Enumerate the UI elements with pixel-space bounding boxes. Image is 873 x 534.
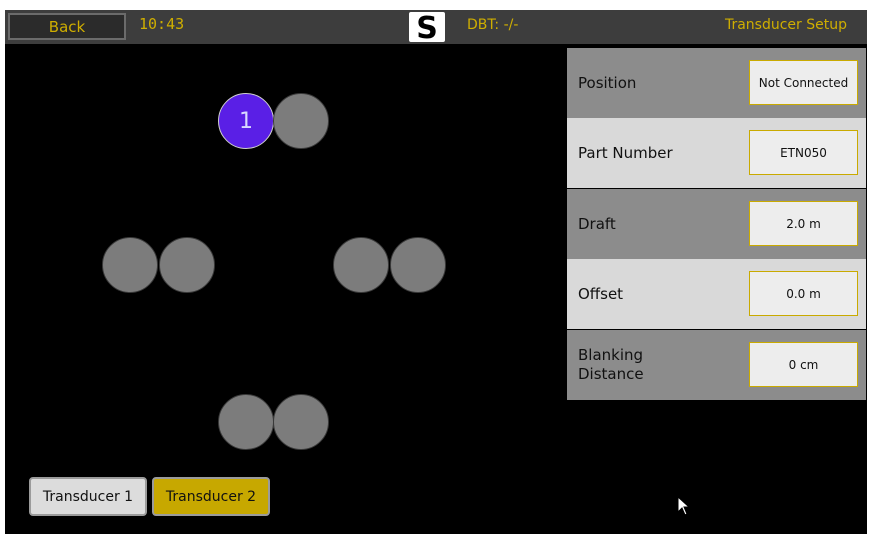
blanking-distance-value[interactable]: 0 cm: [749, 342, 858, 387]
settings-row-offset: Offset 0.0 m: [567, 259, 866, 329]
position-port-outer[interactable]: [102, 237, 158, 293]
position-port-inner[interactable]: [159, 237, 215, 293]
settings-row-draft: Draft 2.0 m: [567, 189, 866, 259]
depth-readout: DBT: -/-: [467, 17, 519, 33]
position-bottom-left[interactable]: [218, 394, 274, 450]
position-top-left[interactable]: 1: [218, 93, 274, 149]
settings-panel: Position Not Connected Part Number ETN05…: [567, 48, 866, 400]
tab-transducer-1[interactable]: Transducer 1: [29, 477, 147, 516]
offset-value[interactable]: 0.0 m: [749, 271, 858, 316]
position-starboard-outer[interactable]: [390, 237, 446, 293]
position-starboard-inner[interactable]: [333, 237, 389, 293]
top-bar: Back 10:43 S DBT: -/- Transducer Setup: [5, 10, 867, 46]
back-button[interactable]: Back: [8, 13, 126, 40]
logo-letter: S: [416, 12, 438, 42]
settings-row-position: Position Not Connected: [567, 48, 866, 118]
position-label: Position: [578, 73, 637, 92]
position-number: 1: [239, 108, 253, 134]
part-number-label: Part Number: [578, 143, 673, 162]
draft-value[interactable]: 2.0 m: [749, 201, 858, 246]
part-number-value[interactable]: ETN050: [749, 130, 858, 175]
settings-row-part-number: Part Number ETN050: [567, 118, 866, 188]
offset-label: Offset: [578, 284, 624, 303]
mouse-pointer-icon: [677, 495, 691, 520]
position-top-right[interactable]: [273, 93, 329, 149]
page-title: Transducer Setup: [724, 17, 847, 33]
clock: 10:43: [139, 15, 185, 33]
screen: Back 10:43 S DBT: -/- Transducer Setup 1…: [5, 10, 867, 534]
blanking-distance-label: Blanking Distance: [578, 346, 644, 383]
draft-label: Draft: [578, 214, 616, 233]
position-bottom-right[interactable]: [273, 394, 329, 450]
position-value[interactable]: Not Connected: [749, 60, 858, 105]
s-logo-icon: S: [409, 11, 445, 46]
settings-row-blanking-distance: Blanking Distance 0 cm: [567, 330, 866, 400]
tab-transducer-2[interactable]: Transducer 2: [152, 477, 270, 516]
